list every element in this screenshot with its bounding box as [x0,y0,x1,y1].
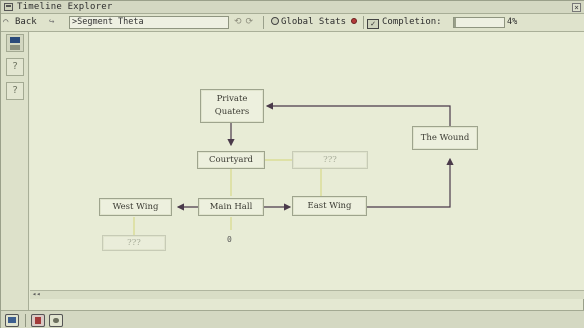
main-hall-counter: 0 [227,235,232,244]
monitor-icon[interactable] [5,314,19,327]
progress-fill [454,18,456,27]
link-wound-quarters [265,102,451,126]
scroll-left-icon[interactable]: ◂◂ [32,290,40,298]
checklist-icon: ✓ [367,19,379,29]
completion-label: Completion: [382,17,442,27]
global-stats-toggle[interactable]: Global Stats [271,16,363,29]
left-sidebar: ? ? [1,32,29,310]
back-label: Back [15,17,37,27]
close-button[interactable]: × [572,3,581,12]
toolbar: ⌒ Back ↪ >Segment Theta ⟲⟳ Global Stats ✓… [1,14,584,32]
status-bar [1,310,584,328]
node-unknown-locked[interactable]: ??? [102,235,166,251]
node-label: Private Quaters [214,94,250,117]
completion-progress-bar [453,17,505,28]
toolbar-divider [363,16,364,29]
refresh-arrows-icon[interactable]: ⟲⟳ [234,16,258,29]
node-courtyard[interactable]: Courtyard [197,151,265,169]
document-icon[interactable] [31,314,45,327]
node-unknown-locked[interactable]: ??? [292,151,368,169]
node-west-wing[interactable]: West Wing [99,198,172,216]
node-private-quarters[interactable]: Private Quaters [200,89,264,123]
link-eastwing-wound [367,157,454,208]
node-label: Main Hall [209,201,253,212]
back-arrow-icon: ⌒ [3,17,9,27]
node-label: The Wound [420,132,470,143]
node-main-hall[interactable]: Main Hall [198,198,264,216]
help-button[interactable]: ? [6,58,24,76]
node-label: ??? [323,154,337,165]
people-icon[interactable] [49,314,63,327]
horizontal-scrollbar[interactable]: ◂◂ [30,290,584,299]
global-stats-label: Global Stats [281,17,347,27]
help-button[interactable]: ? [6,82,24,100]
node-label: ??? [127,237,141,248]
save-disk-icon[interactable] [6,34,24,52]
status-divider [25,314,26,327]
radio-icon [271,17,279,25]
window-title: Timeline Explorer [17,2,113,12]
toolbar-divider [263,16,264,29]
completion-button[interactable]: ✓ Completion: [367,16,457,29]
segment-path-field[interactable]: >Segment Theta [69,16,229,29]
alert-dot-icon [351,18,358,24]
node-label: Courtyard [209,154,253,165]
forward-arrow-icon[interactable]: ↪ [49,16,63,29]
title-bar[interactable]: Timeline Explorer × [1,1,584,14]
timeline-explorer-window: Timeline Explorer × ⌒ Back ↪ >Segment The… [0,0,584,328]
node-label: West Wing [112,201,159,212]
completion-percent: 4% [507,17,518,27]
timeline-graph-canvas: Private Quaters Courtyard ??? The Wound … [30,32,584,295]
node-the-wound[interactable]: The Wound [412,126,478,150]
app-icon [4,3,13,11]
node-east-wing[interactable]: East Wing [292,196,367,216]
node-label: East Wing [307,200,352,211]
